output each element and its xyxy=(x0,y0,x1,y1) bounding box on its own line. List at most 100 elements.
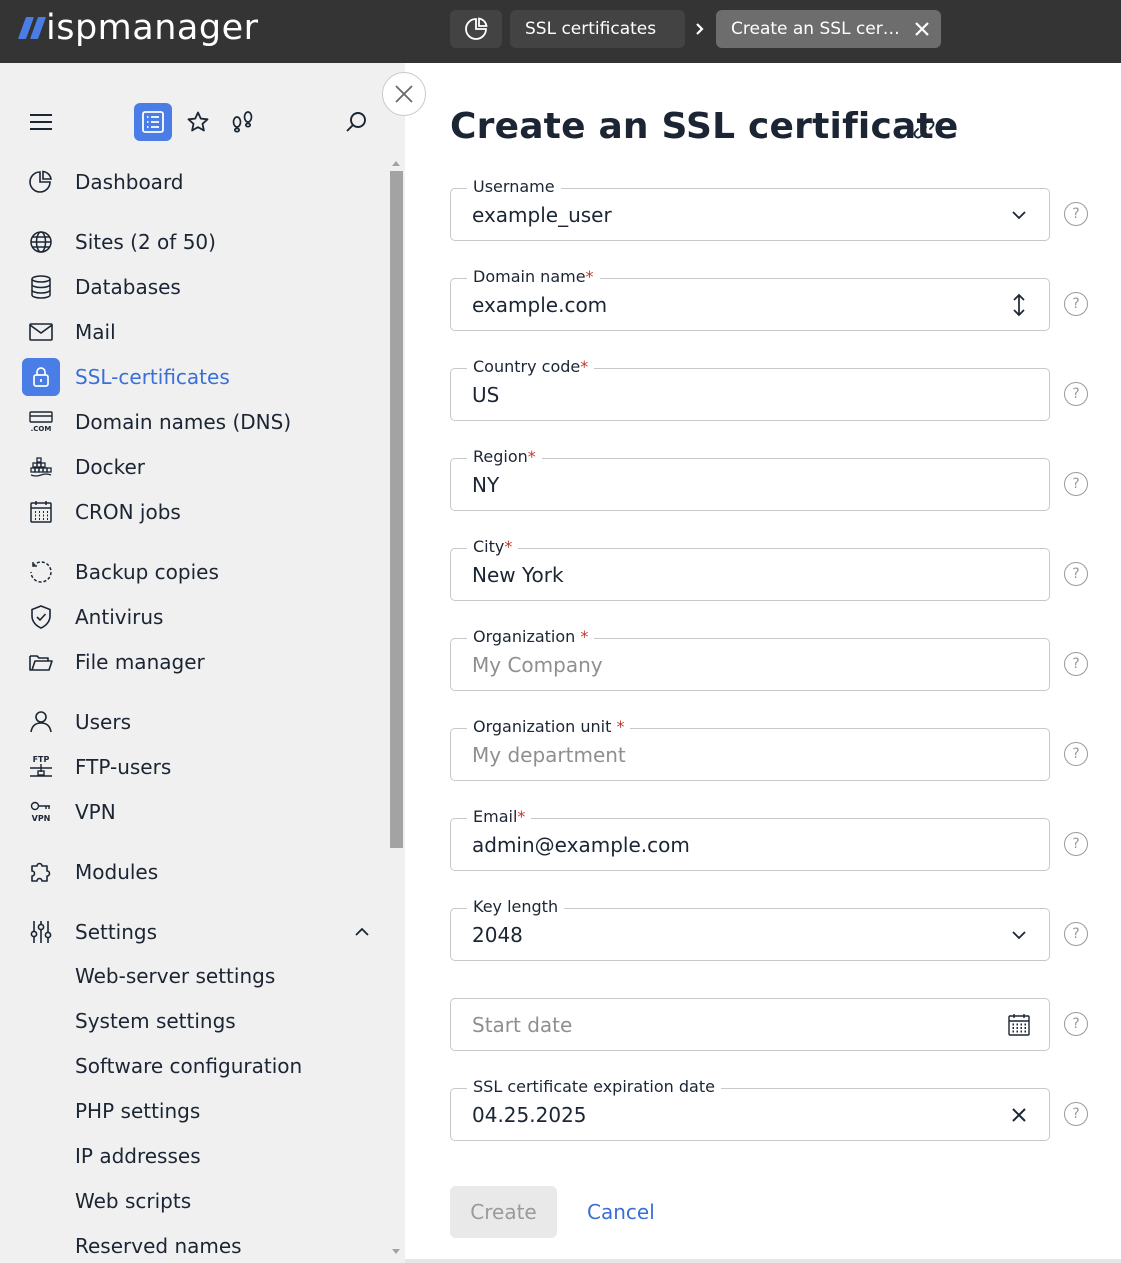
shield-icon xyxy=(22,598,60,636)
hamburger-icon xyxy=(30,114,52,130)
sidebar-item-docker[interactable]: Docker xyxy=(22,448,378,486)
domain-name-label: Domain name* xyxy=(467,267,600,287)
dns-icon: .COM xyxy=(22,403,60,441)
sidebar: Dashboard Sites (2 of 50) Databases Mail… xyxy=(0,63,405,1263)
sidebar-item-dns[interactable]: .COM Domain names (DNS) xyxy=(22,403,378,441)
up-down-arrows-icon[interactable] xyxy=(1007,293,1031,317)
sidebar-item-ssl-certificates[interactable]: SSL-certificates xyxy=(22,358,378,396)
calendar-icon[interactable] xyxy=(1007,1013,1031,1037)
username-select[interactable]: Username example_user xyxy=(450,177,1050,241)
sidebar-subitem-web-scripts[interactable]: Web scripts xyxy=(75,1186,191,1216)
list-icon xyxy=(142,111,164,133)
sidebar-scrollbar-thumb[interactable] xyxy=(390,171,403,848)
tab-create-label: Create an SSL certificate xyxy=(731,19,901,39)
city-field[interactable]: City* New York xyxy=(450,537,1050,601)
region-field[interactable]: Region* NY xyxy=(450,447,1050,511)
clear-icon[interactable] xyxy=(1007,1103,1031,1127)
close-tab-icon[interactable] xyxy=(912,19,932,39)
ispmanager-logo[interactable]: ispmanager xyxy=(17,8,259,48)
tab-dashboard-home[interactable] xyxy=(450,10,502,48)
country-code-help-icon[interactable]: ? xyxy=(1064,382,1088,406)
sidebar-item-cron-jobs[interactable]: CRON jobs xyxy=(22,493,378,531)
sidebar-item-label: Modules xyxy=(75,860,159,884)
list-view-button[interactable] xyxy=(134,103,172,141)
sidebar-subitem-web-server-settings[interactable]: Web-server settings xyxy=(75,961,275,991)
sidebar-search-button[interactable] xyxy=(337,103,375,141)
sidebar-item-label: Sites (2 of 50) xyxy=(75,230,216,254)
chevron-up-icon[interactable] xyxy=(354,924,370,940)
cancel-link[interactable]: Cancel xyxy=(587,1197,655,1227)
sidebar-item-mail[interactable]: Mail xyxy=(22,313,378,351)
start-date-help-icon[interactable]: ? xyxy=(1064,1012,1088,1036)
chevron-down-icon[interactable] xyxy=(1007,923,1031,947)
expiration-date-help-icon[interactable]: ? xyxy=(1064,1102,1088,1126)
sidebar-subitem-ip-addresses[interactable]: IP addresses xyxy=(75,1141,201,1171)
sidebar-toolbar xyxy=(0,63,405,155)
sidebar-item-antivirus[interactable]: Antivirus xyxy=(22,598,378,636)
search-icon xyxy=(346,112,366,132)
database-icon xyxy=(22,268,60,306)
sidebar-item-backup-copies[interactable]: Backup copies xyxy=(22,553,378,591)
sidebar-item-settings[interactable]: Settings xyxy=(22,913,378,951)
sliders-icon xyxy=(22,913,60,951)
create-button[interactable]: Create xyxy=(450,1186,557,1238)
tab-ssl-certificates[interactable]: SSL certificates xyxy=(510,10,685,48)
email-field[interactable]: Email* admin@example.com xyxy=(450,807,1050,871)
key-length-help-icon[interactable]: ? xyxy=(1064,922,1088,946)
lock-icon xyxy=(22,358,60,396)
top-bar: ispmanager SSL certificates Create an SS… xyxy=(0,0,1121,63)
sidebar-item-modules[interactable]: Modules xyxy=(22,853,378,891)
sidebar-subitem-software-configuration[interactable]: Software configuration xyxy=(75,1051,302,1081)
chevron-down-icon[interactable] xyxy=(1007,203,1031,227)
domain-name-help-icon[interactable]: ? xyxy=(1064,292,1088,316)
city-help-icon[interactable]: ? xyxy=(1064,562,1088,586)
link-icon[interactable] xyxy=(910,115,938,143)
username-help-icon[interactable]: ? xyxy=(1064,202,1088,226)
tab-create-ssl-certificate[interactable]: Create an SSL certificate xyxy=(716,10,941,48)
expiration-date-field[interactable]: SSL certificate expiration date 04.25.20… xyxy=(450,1077,1050,1141)
organization-unit-field[interactable]: Organization unit * My department xyxy=(450,717,1050,781)
expiration-date-value: 04.25.2025 xyxy=(472,1103,587,1127)
scroll-up-arrow-icon[interactable] xyxy=(392,161,400,166)
organization-unit-help-icon[interactable]: ? xyxy=(1064,742,1088,766)
sidebar-subitem-php-settings[interactable]: PHP settings xyxy=(75,1096,200,1126)
start-date-field[interactable]: Start date xyxy=(450,998,1050,1051)
domain-name-value: example.com xyxy=(472,293,608,317)
start-date-placeholder: Start date xyxy=(472,1013,573,1037)
scroll-down-arrow-icon[interactable] xyxy=(392,1249,400,1254)
key-length-select[interactable]: Key length 2048 xyxy=(450,897,1050,961)
domain-name-field[interactable]: Domain name* example.com xyxy=(450,267,1050,331)
favorites-button[interactable] xyxy=(179,103,217,141)
sidebar-item-databases[interactable]: Databases xyxy=(22,268,378,306)
email-help-icon[interactable]: ? xyxy=(1064,832,1088,856)
organization-help-icon[interactable]: ? xyxy=(1064,652,1088,676)
username-label: Username xyxy=(467,177,561,197)
user-icon xyxy=(22,703,60,741)
close-panel-button[interactable] xyxy=(382,72,426,116)
organization-unit-placeholder: My department xyxy=(472,743,626,767)
puzzle-icon xyxy=(22,853,60,891)
sidebar-item-users[interactable]: Users xyxy=(22,703,378,741)
sidebar-item-label: Mail xyxy=(75,320,116,344)
sidebar-item-dashboard[interactable]: Dashboard xyxy=(22,163,378,201)
page-title: Create an SSL certificate xyxy=(450,106,959,147)
hamburger-menu-button[interactable] xyxy=(22,103,60,141)
logo-text: ispmanager xyxy=(46,8,259,48)
country-code-field[interactable]: Country code* US xyxy=(450,357,1050,421)
footprints-icon xyxy=(232,111,253,133)
country-code-value: US xyxy=(472,383,500,407)
svg-text:FTP: FTP xyxy=(33,755,50,764)
region-help-icon[interactable]: ? xyxy=(1064,472,1088,496)
sidebar-item-vpn[interactable]: VPN VPN xyxy=(22,793,378,831)
sidebar-item-label: File manager xyxy=(75,650,205,674)
organization-field[interactable]: Organization * My Company xyxy=(450,627,1050,691)
recent-button[interactable] xyxy=(224,103,262,141)
sidebar-subitem-system-settings[interactable]: System settings xyxy=(75,1006,236,1036)
sidebar-subitem-reserved-names[interactable]: Reserved names xyxy=(75,1231,242,1261)
sidebar-item-sites[interactable]: Sites (2 of 50) xyxy=(22,223,378,261)
sidebar-item-label: Antivirus xyxy=(75,605,164,629)
sidebar-item-ftp-users[interactable]: FTP FTP-users xyxy=(22,748,378,786)
organization-placeholder: My Company xyxy=(472,653,603,677)
sidebar-item-file-manager[interactable]: File manager xyxy=(22,643,378,681)
key-length-label: Key length xyxy=(467,897,565,917)
